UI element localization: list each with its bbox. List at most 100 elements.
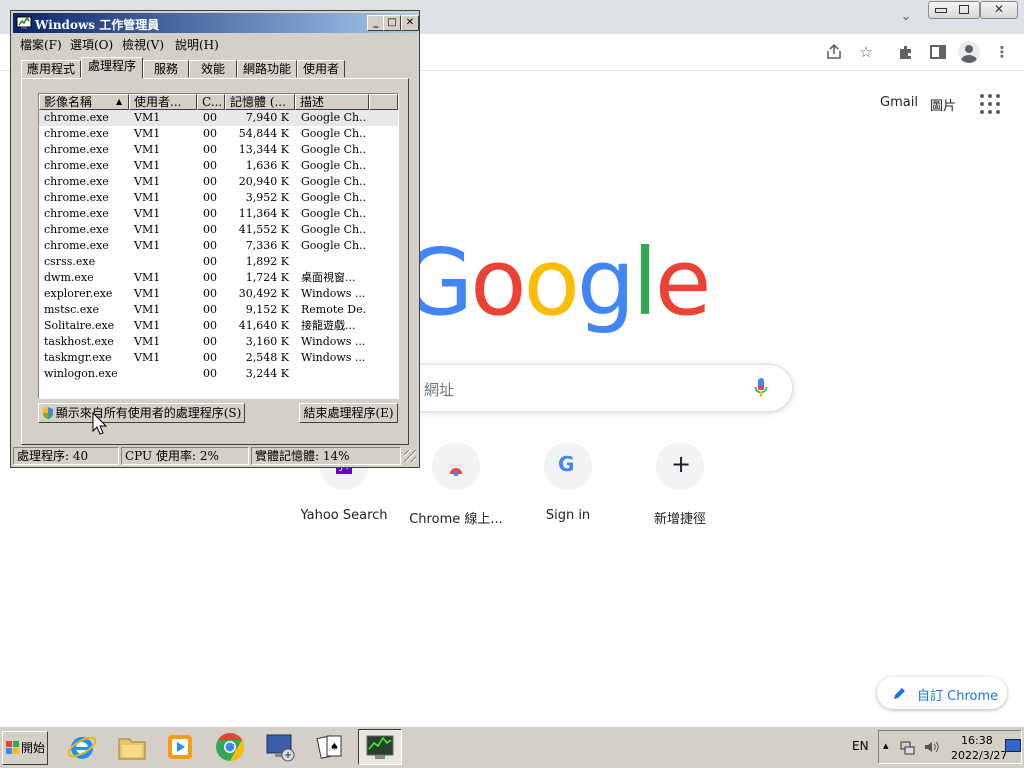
shortcut-sign-in[interactable]: G Sign in — [512, 440, 624, 530]
cell-user: VM1 — [134, 319, 161, 332]
cell-user: VM1 — [134, 239, 161, 252]
gmail-link[interactable]: Gmail — [880, 95, 918, 110]
window-title: Windows 工作管理員 — [35, 18, 160, 32]
resize-grip-icon[interactable] — [404, 450, 416, 462]
start-button[interactable]: 開始 — [2, 731, 48, 765]
menu-help[interactable]: 說明(H) — [175, 36, 219, 53]
menu-file[interactable]: 檔案(F) — [20, 36, 62, 53]
tab-services[interactable]: 服務 — [143, 60, 189, 78]
menu-view[interactable]: 檢視(V) — [122, 36, 164, 53]
bookmark-star-icon[interactable]: ☆ — [856, 42, 876, 62]
cell-cpu: 00 — [203, 335, 217, 348]
process-row[interactable]: chrome.exe VM1 00 54,844 K Google Ch... — [39, 126, 398, 142]
extensions-icon[interactable] — [896, 42, 916, 62]
cell-name: taskhost.exe — [44, 335, 114, 348]
process-row[interactable]: dwm.exe VM1 00 1,724 K 桌面視窗... — [39, 270, 398, 286]
taskbar-task-manager[interactable] — [358, 729, 402, 765]
cell-mem: 7,940 K — [245, 111, 289, 124]
process-row[interactable]: Solitaire.exe VM1 00 41,640 K 接龍遊戲... — [39, 318, 398, 334]
status-processes: 處理程序: 40 — [13, 447, 119, 465]
title-bar[interactable]: Windows 工作管理員 _ □ ✕ — [13, 13, 419, 33]
taskbar-remote-desktop[interactable] — [258, 729, 302, 765]
show-all-users-button[interactable]: 顯示來自所有使用者的處理程序(S) — [38, 403, 245, 423]
process-row[interactable]: chrome.exe VM1 00 3,952 K Google Ch... — [39, 190, 398, 206]
microphone-icon[interactable] — [754, 377, 768, 399]
process-row[interactable]: taskhost.exe VM1 00 3,160 K Windows ... — [39, 334, 398, 350]
process-row[interactable]: chrome.exe VM1 00 7,336 K Google Ch... — [39, 238, 398, 254]
process-row[interactable]: chrome.exe VM1 00 7,940 K Google Ch... — [39, 110, 398, 126]
language-indicator[interactable]: EN — [852, 739, 869, 753]
show-desktop-icon[interactable] — [1005, 739, 1021, 752]
chrome-icon — [216, 733, 244, 761]
cell-user: VM1 — [134, 175, 161, 188]
process-row[interactable]: mstsc.exe VM1 00 9,152 K Remote De... — [39, 302, 398, 318]
clock-date[interactable]: 2022/3/27 — [951, 749, 1007, 762]
taskbar-ie[interactable] — [60, 729, 104, 765]
show-hidden-icons-icon[interactable]: ▴ — [883, 739, 889, 752]
column-image-name[interactable]: 影像名稱 ▲ — [39, 94, 129, 110]
volume-icon[interactable] — [923, 739, 939, 755]
process-row[interactable]: csrss.exe 00 1,892 K — [39, 254, 398, 270]
tab-applications[interactable]: 應用程式 — [21, 60, 81, 78]
shortcut-label: 新增捷徑 — [653, 512, 706, 527]
maximize-button[interactable]: □ — [383, 15, 401, 31]
cell-name: chrome.exe — [44, 239, 109, 252]
taskbar-explorer[interactable] — [110, 729, 154, 765]
file-explorer-icon — [118, 738, 146, 760]
cell-user: VM1 — [134, 191, 161, 204]
column-memory[interactable]: 記憶體 (... — [225, 94, 295, 110]
profile-avatar-icon[interactable] — [958, 41, 980, 63]
cell-cpu: 00 — [203, 319, 217, 332]
windows-logo-icon — [6, 741, 19, 754]
taskbar-media-player[interactable] — [158, 729, 202, 765]
cell-user: VM1 — [134, 127, 161, 140]
close-button[interactable]: ✕ — [401, 15, 419, 31]
customize-chrome-button[interactable]: 自訂 Chrome — [877, 677, 1007, 709]
clock-time[interactable]: 16:38 — [961, 734, 993, 747]
column-cpu[interactable]: C... — [197, 94, 225, 110]
pencil-icon — [894, 688, 905, 699]
column-description[interactable]: 描述 — [295, 94, 369, 110]
cell-name: chrome.exe — [44, 111, 109, 124]
process-row[interactable]: chrome.exe VM1 00 41,552 K Google Ch... — [39, 222, 398, 238]
taskbar-chrome[interactable] — [208, 729, 252, 765]
google-apps-icon[interactable] — [980, 94, 1000, 114]
process-row[interactable]: taskmgr.exe VM1 00 2,548 K Windows ... — [39, 350, 398, 366]
process-row[interactable]: chrome.exe VM1 00 11,364 K Google Ch... — [39, 206, 398, 222]
chrome-menu-icon[interactable]: ⋮ — [992, 42, 1012, 62]
shortcut-add[interactable]: + 新增捷徑 — [624, 440, 736, 530]
restore-icon[interactable] — [959, 5, 969, 14]
menu-options[interactable]: 選項(O) — [70, 36, 113, 53]
network-icon[interactable] — [899, 739, 915, 755]
cell-mem: 11,364 K — [238, 207, 289, 220]
cell-mem: 41,552 K — [238, 223, 289, 236]
google-g-icon: G — [558, 452, 575, 476]
tab-search-icon[interactable]: ⌄ — [896, 7, 916, 27]
images-link[interactable]: 圖片 — [930, 95, 956, 114]
minimize-icon[interactable] — [935, 8, 947, 13]
side-panel-icon[interactable] — [928, 42, 948, 62]
share-icon[interactable] — [824, 42, 844, 62]
shortcut-label: Chrome 線上... — [409, 512, 503, 527]
process-list[interactable]: 影像名稱 ▲ 使用者... C... 記憶體 (... 描述 chrome.exe… — [38, 93, 399, 399]
tab-processes[interactable]: 處理程序 — [81, 57, 143, 79]
process-row[interactable]: explorer.exe VM1 00 30,492 K Windows ... — [39, 286, 398, 302]
taskbar-solitaire[interactable]: ♠ — [308, 729, 352, 765]
window-controls — [928, 1, 980, 19]
column-user[interactable]: 使用者... — [129, 94, 197, 110]
cell-name: chrome.exe — [44, 143, 109, 156]
internet-explorer-icon — [67, 736, 97, 759]
tab-networking[interactable]: 網路功能 — [237, 60, 297, 78]
cell-user: VM1 — [134, 335, 161, 348]
search-box[interactable]: 網址 — [402, 364, 793, 412]
process-row[interactable]: chrome.exe VM1 00 1,636 K Google Ch... — [39, 158, 398, 174]
tab-performance[interactable]: 效能 — [189, 60, 237, 78]
process-row[interactable]: chrome.exe VM1 00 13,344 K Google Ch... — [39, 142, 398, 158]
tab-users[interactable]: 使用者 — [297, 60, 345, 78]
end-process-button[interactable]: 結束處理程序(E) — [299, 403, 398, 423]
process-row[interactable]: chrome.exe VM1 00 20,940 K Google Ch... — [39, 174, 398, 190]
cell-mem: 54,844 K — [238, 127, 289, 140]
cell-cpu: 00 — [203, 143, 217, 156]
close-window-button[interactable]: ✕ — [980, 1, 1018, 19]
process-row[interactable]: winlogon.exe 00 3,244 K — [39, 366, 398, 382]
